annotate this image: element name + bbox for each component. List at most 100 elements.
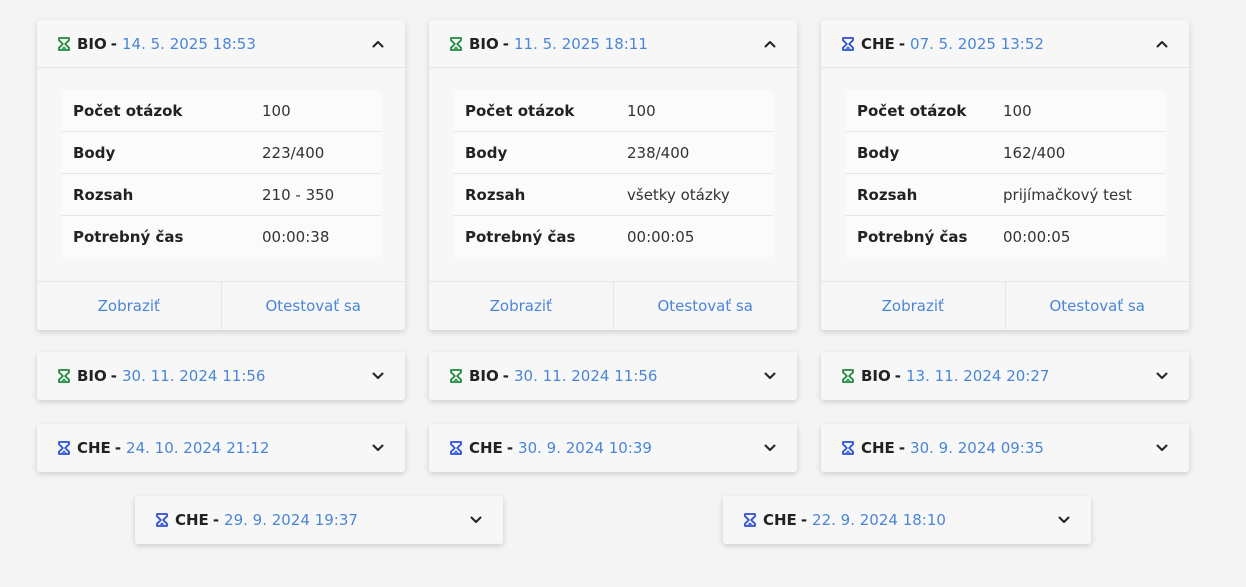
details-table: Počet otázok 100 Body 223/400 Rozsah 210 - …: [61, 90, 381, 257]
test-details: Počet otázok 100 Body 223/400 Rozsah 210 - …: [37, 68, 405, 281]
test-card-collapsed[interactable]: CHE - 30. 9. 2024 10:39: [429, 424, 797, 472]
subject-label: BIO: [77, 34, 107, 53]
retest-button[interactable]: Otestovať sa: [1004, 282, 1190, 330]
test-details: Počet otázok 100 Body 162/400 Rozsah prijím…: [821, 68, 1189, 281]
details-table: Počet otázok 100 Body 162/400 Rozsah prijím…: [845, 90, 1165, 257]
subject-label: BIO: [469, 34, 499, 53]
row-value: 100: [991, 90, 1165, 132]
test-card: BIO - 14. 5. 2025 18:53 Počet otázok 100 …: [37, 20, 405, 330]
retest-button[interactable]: Otestovať sa: [612, 282, 798, 330]
row-value: 100: [615, 90, 773, 132]
hourglass-icon: [155, 513, 169, 527]
separator: -: [894, 367, 901, 385]
details-table: Počet otázok 100 Body 238/400 Rozsah všetky…: [453, 90, 773, 257]
hourglass-icon: [449, 369, 463, 383]
row-value: 210 - 350: [250, 173, 381, 216]
table-row: Počet otázok 100: [845, 90, 1165, 132]
test-card: BIO - 11. 5. 2025 18:11 Počet otázok 100 …: [429, 20, 797, 330]
table-row: Rozsah prijímačkový test: [845, 173, 1165, 216]
test-card-collapsed[interactable]: CHE - 24. 10. 2024 21:12: [37, 424, 405, 472]
chevron-down-icon[interactable]: [1155, 441, 1169, 455]
test-card-collapsed[interactable]: BIO - 30. 11. 2024 11:56: [37, 352, 405, 400]
test-card-collapsed[interactable]: CHE - 30. 9. 2024 09:35: [821, 424, 1189, 472]
chevron-up-icon[interactable]: [763, 37, 777, 51]
test-card-header[interactable]: CHE - 22. 9. 2024 18:10: [723, 496, 1091, 544]
show-button[interactable]: Zobraziť: [429, 282, 613, 330]
row-value: 100: [250, 90, 381, 132]
show-button[interactable]: Zobraziť: [821, 282, 1005, 330]
chevron-down-icon[interactable]: [1155, 369, 1169, 383]
chevron-down-icon[interactable]: [763, 369, 777, 383]
row-value: 223/400: [250, 131, 381, 174]
separator: -: [110, 34, 117, 53]
test-date: 13. 11. 2024 20:27: [906, 367, 1050, 385]
retest-button[interactable]: Otestovať sa: [220, 282, 406, 330]
test-card-collapsed[interactable]: BIO - 13. 11. 2024 20:27: [821, 352, 1189, 400]
row-value: prijímačkový test: [991, 173, 1165, 216]
test-date: 14. 5. 2025 18:53: [122, 34, 256, 53]
test-card-header[interactable]: CHE - 07. 5. 2025 13:52: [821, 20, 1189, 68]
subject-label: BIO: [469, 367, 499, 385]
test-card-header[interactable]: CHE - 30. 9. 2024 09:35: [821, 424, 1189, 472]
chevron-up-icon[interactable]: [1155, 37, 1169, 51]
test-date: 07. 5. 2025 13:52: [910, 34, 1044, 53]
hourglass-icon: [57, 369, 71, 383]
subject-label: CHE: [175, 511, 209, 529]
table-row: Rozsah 210 - 350: [61, 173, 381, 216]
table-row: Body 238/400: [453, 131, 773, 174]
row-value: 162/400: [991, 131, 1165, 174]
show-button[interactable]: Zobraziť: [37, 282, 221, 330]
test-card-header[interactable]: CHE - 29. 9. 2024 19:37: [135, 496, 503, 544]
test-card-header[interactable]: CHE - 24. 10. 2024 21:12: [37, 424, 405, 472]
row-label: Počet otázok: [61, 90, 250, 132]
row-label: Body: [61, 131, 250, 174]
card-actions: Zobraziť Otestovať sa: [821, 281, 1189, 330]
separator: -: [898, 34, 906, 53]
chevron-down-icon[interactable]: [371, 369, 385, 383]
separator: -: [114, 439, 122, 457]
test-card-header[interactable]: BIO - 30. 11. 2024 11:56: [37, 352, 405, 400]
separator: -: [800, 511, 808, 529]
table-row: Počet otázok 100: [453, 90, 773, 132]
row-label: Počet otázok: [845, 90, 991, 132]
row-label: Rozsah: [61, 173, 250, 216]
test-card-header[interactable]: CHE - 30. 9. 2024 10:39: [429, 424, 797, 472]
row-label: Potrebný čas: [857, 227, 968, 246]
chevron-down-icon[interactable]: [371, 441, 385, 455]
table-row: Body 223/400: [61, 131, 381, 174]
test-card-header[interactable]: BIO - 13. 11. 2024 20:27: [821, 352, 1189, 400]
separator: -: [502, 34, 509, 53]
test-card: CHE - 07. 5. 2025 13:52 Počet otázok 100 …: [821, 20, 1189, 330]
table-row: Rozsah všetky otázky: [453, 173, 773, 216]
row-value: 238/400: [615, 131, 773, 174]
chevron-down-icon[interactable]: [763, 441, 777, 455]
test-card-header[interactable]: BIO - 11. 5. 2025 18:11: [429, 20, 797, 68]
test-card-header[interactable]: BIO - 14. 5. 2025 18:53: [37, 20, 405, 68]
row-value: 00:00:05: [627, 227, 695, 246]
row-label: Počet otázok: [453, 90, 615, 132]
card-actions: Zobraziť Otestovať sa: [429, 281, 797, 330]
hourglass-icon: [57, 441, 71, 455]
separator: -: [212, 511, 220, 529]
subject-label: CHE: [469, 439, 503, 457]
test-card-collapsed[interactable]: CHE - 29. 9. 2024 19:37: [135, 496, 503, 544]
test-card-header[interactable]: BIO - 30. 11. 2024 11:56: [429, 352, 797, 400]
chevron-down-icon[interactable]: [469, 513, 483, 527]
table-row: Body 162/400: [845, 131, 1165, 174]
test-date: 29. 9. 2024 19:37: [224, 511, 358, 529]
table-row: Potrebný čas 00:00:38: [61, 216, 381, 258]
chevron-down-icon[interactable]: [1057, 513, 1071, 527]
row-label: Rozsah: [845, 173, 991, 216]
test-date: 24. 10. 2024 21:12: [126, 439, 270, 457]
test-date: 11. 5. 2025 18:11: [514, 34, 648, 53]
separator: -: [506, 439, 514, 457]
card-actions: Zobraziť Otestovať sa: [37, 281, 405, 330]
test-date: 30. 9. 2024 10:39: [518, 439, 652, 457]
hourglass-icon: [841, 369, 855, 383]
table-row: Potrebný čas 00:00:05: [453, 216, 773, 258]
test-card-collapsed[interactable]: BIO - 30. 11. 2024 11:56: [429, 352, 797, 400]
test-card-collapsed[interactable]: CHE - 22. 9. 2024 18:10: [723, 496, 1091, 544]
hourglass-icon: [449, 441, 463, 455]
row-value: všetky otázky: [615, 173, 773, 216]
chevron-up-icon[interactable]: [371, 37, 385, 51]
